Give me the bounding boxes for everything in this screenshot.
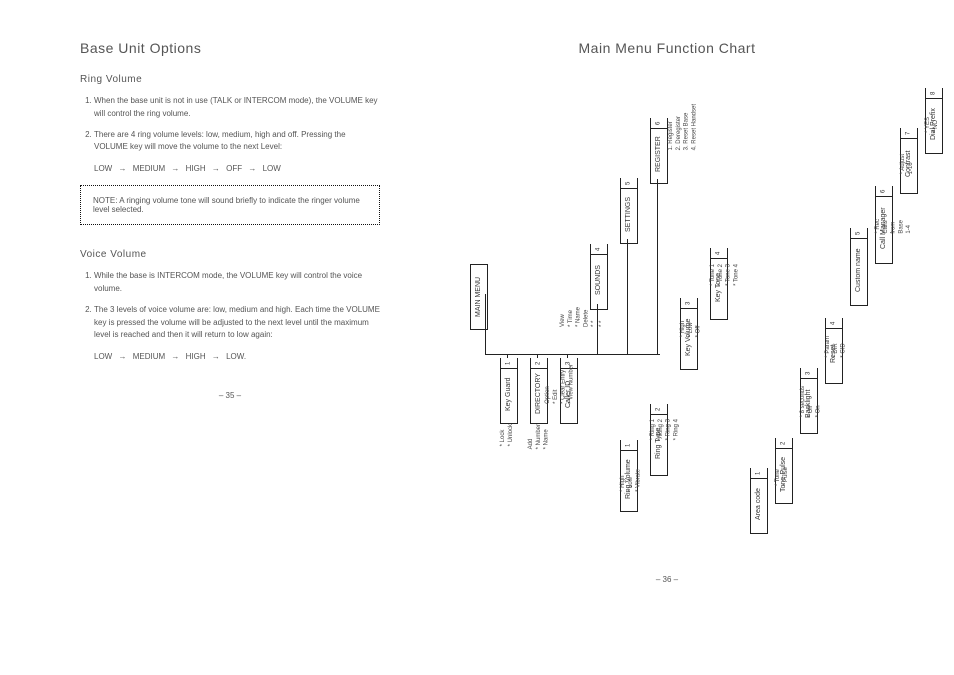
l1-box-5: SETTINGS xyxy=(620,184,638,244)
l3-items-4: * Param * DIR * CID xyxy=(825,336,848,358)
ring-item-2: There are 4 ring volume levels: low, med… xyxy=(94,129,380,155)
l3-items-7: * Adjust 1-16 xyxy=(900,154,916,174)
ring-item-1: When the base unit is not in use (TALK o… xyxy=(94,95,380,121)
l1-items-6: 1. Register 2. Deregister 3. Reset Base … xyxy=(668,104,699,150)
voice-volume-heading: Voice Volume xyxy=(80,249,380,260)
left-page-number: – 35 – xyxy=(80,391,380,400)
ring-volume-heading: Ring Volume xyxy=(80,74,380,85)
l3-num-7: 7 xyxy=(900,128,918,139)
l3-items-3: * 8 seconds * Off * On xyxy=(800,386,823,417)
l3-box-5: Custom name xyxy=(850,234,868,306)
voice-item-2: The 3 levels of voice volume are: low, m… xyxy=(94,304,380,342)
ring-sequence: LOW → MEDIUM → HIGH → OFF → LOW xyxy=(94,164,380,173)
l2-items-4: * Tone 1 * Tone 2 * Tone 3 * Tone 4 xyxy=(710,264,741,286)
tree-line xyxy=(597,304,598,354)
voice-item-1: While the base is INTERCOM mode, the VOL… xyxy=(94,270,380,296)
ring-note: NOTE: A ringing volume tone will sound b… xyxy=(80,185,380,225)
l3-num-5: 5 xyxy=(850,228,868,239)
l1-num-5: 5 xyxy=(620,178,638,189)
l1-items-2a: Add * Number * Name xyxy=(528,424,551,449)
tree-line xyxy=(567,354,568,358)
l3-items-8: * YES * NO xyxy=(925,117,941,133)
left-title: Base Unit Options xyxy=(80,40,380,56)
right-page: Main Menu Function Chart MAIN MENU Key G… xyxy=(420,40,914,574)
left-page: Base Unit Options Ring Volume When the b… xyxy=(80,40,380,574)
ring-volume-list: When the base unit is not in use (TALK o… xyxy=(80,95,380,154)
l1-items-2b: Option * Edit * Clear Entry * View Numbe… xyxy=(545,364,576,404)
tree-line xyxy=(657,179,658,354)
tree-line xyxy=(537,354,538,358)
l3-box-1: Area code xyxy=(750,474,768,534)
l2-items-1: * High * Low * Vibrate xyxy=(620,469,643,492)
tree-line xyxy=(485,354,660,355)
l3-num-6: 6 xyxy=(875,186,893,197)
l1-items-3: View * Time * Name Delete * * * * xyxy=(560,307,607,327)
l1-box-4: SOUNDS xyxy=(590,250,608,310)
tree-line xyxy=(627,239,628,354)
arrow-icon: → xyxy=(171,352,179,361)
l3-num-4: 4 xyxy=(825,318,843,329)
l3-num-1: 1 xyxy=(750,468,768,479)
l3-num-3: 3 xyxy=(800,368,818,379)
l3-num-2: 2 xyxy=(775,438,793,449)
menu-chart: MAIN MENU Key Guard 1 DIRECTORY 2 Caller… xyxy=(420,74,914,574)
arrow-icon: → xyxy=(118,352,126,361)
arrow-icon: → xyxy=(118,164,126,173)
tree-line xyxy=(507,354,508,358)
l3-num-8: 8 xyxy=(925,88,943,99)
l2-items-2: * Ring 1 * Ring 2 * Ring 3 * Ring 4 xyxy=(650,419,681,440)
l2-num-3: 3 xyxy=(680,298,698,309)
l1-num-1: 1 xyxy=(500,358,518,369)
arrow-icon: → xyxy=(212,352,220,361)
l1-box-6: REGISTER xyxy=(650,124,668,184)
l1-num-6: 6 xyxy=(650,118,668,129)
l1-items-1: * Lock * Unlock xyxy=(500,424,516,446)
l1-box-1: Key Guard xyxy=(500,364,518,424)
right-page-number: – 36 – xyxy=(420,575,914,584)
arrow-icon: → xyxy=(212,164,220,173)
page-spread: Base Unit Options Ring Volume When the b… xyxy=(0,0,954,594)
l1-num-4: 4 xyxy=(590,244,608,255)
tree-line xyxy=(485,294,486,354)
l3-items-2: * Tone * Pulse xyxy=(775,467,791,486)
voice-volume-list: While the base is INTERCOM mode, the VOL… xyxy=(80,270,380,342)
l3-items-6: * Rec Calls from Base 1-4 xyxy=(875,219,914,234)
l2-num-2: 2 xyxy=(650,404,668,415)
right-title: Main Menu Function Chart xyxy=(420,40,914,56)
l2-num-4: 4 xyxy=(710,248,728,259)
arrow-icon: → xyxy=(171,164,179,173)
arrow-icon: → xyxy=(248,164,256,173)
l2-num-1: 1 xyxy=(620,440,638,451)
l2-items-3: * High * Low * Off xyxy=(680,321,703,337)
voice-sequence: LOW → MEDIUM → HIGH → LOW. xyxy=(94,352,380,361)
